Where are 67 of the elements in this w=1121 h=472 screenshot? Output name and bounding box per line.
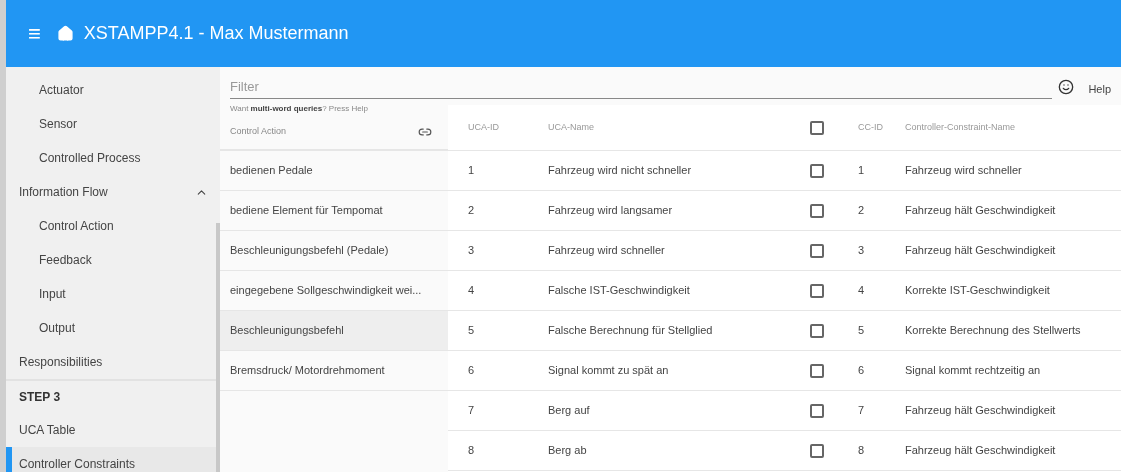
table-cell-text: Fahrzeug wird schneller (905, 163, 1022, 179)
table-cell-text: Fahrzeug hält Geschwindigkeit (905, 243, 1056, 259)
filter-field[interactable]: Filter (230, 75, 1053, 99)
sidebar-item[interactable]: Controlled Process (6, 141, 220, 175)
smiley-icon[interactable] (1058, 79, 1075, 95)
sidebar-item[interactable]: Control Action (6, 209, 220, 243)
table-cell-text: 8 (858, 443, 866, 459)
app-title: XSTAMPP4.1 - Max Mustermann (83, 22, 349, 45)
table-cell-text: 3 (467, 243, 476, 259)
column-header: CC-ID (858, 120, 884, 134)
sidebar-item[interactable]: Actuator (6, 73, 220, 107)
sidebar-item[interactable]: UCA Table (6, 413, 220, 447)
checkbox[interactable] (810, 283, 824, 298)
table-cell-text: Signal kommt zu spät an (548, 363, 670, 379)
table-cell-text: Falsche IST-Geschwindigkeit (548, 283, 691, 299)
table-cell-text: 1 (858, 163, 866, 179)
table-cell-text: Berg auf (548, 403, 591, 419)
sidebar-item[interactable]: Input (6, 277, 220, 311)
group-label: Information Flow (19, 184, 108, 201)
checkbox[interactable] (810, 203, 824, 218)
filter-hint: Want multi-word queries? Press Help (229, 103, 369, 115)
checkbox[interactable] (810, 403, 824, 418)
table-cell-text: Fahrzeug wird schneller (548, 243, 666, 259)
table-cell-text: Fahrzeug hält Geschwindigkeit (905, 203, 1056, 219)
checkbox[interactable] (810, 120, 824, 135)
table-cell-text: 4 (467, 283, 476, 299)
table-cell-text: Korrekte Berechnung des Stellwerts (905, 323, 1081, 339)
table-cell-text: Fahrzeug hält Geschwindigkeit (905, 403, 1056, 419)
table-cell-text: Fahrzeug hält Geschwindigkeit (905, 443, 1056, 459)
table-cell-text: 8 (467, 443, 476, 459)
table-cell-text: 6 (467, 363, 476, 379)
checkbox[interactable] (810, 163, 824, 178)
help-button[interactable]: Help (1088, 80, 1111, 98)
column-header: UCA-ID (467, 120, 500, 134)
sidebar-item[interactable]: Feedback (6, 243, 220, 277)
table-cell-text: 7 (467, 403, 476, 419)
table-cell-text: 6 (858, 363, 866, 379)
table-cell-text: Korrekte IST-Geschwindigkeit (905, 283, 1050, 299)
checkbox[interactable] (810, 443, 824, 458)
table-cell-text: Falsche Berechnung für Stellglied (548, 323, 714, 339)
table-cell-text: 5 (467, 323, 476, 339)
table-cell-text: 2 (858, 203, 866, 219)
table-cell-text: 2 (467, 203, 476, 219)
scrollbar[interactable] (216, 223, 220, 472)
table-cell-text: 5 (858, 323, 866, 339)
column-header: UCA-Name (548, 120, 595, 134)
sidebar-item[interactable]: Output (6, 311, 220, 345)
list-item[interactable]: Beschleunigungsbefehl (220, 311, 448, 351)
table-cell-text: 1 (467, 163, 476, 179)
table-cell-text: Fahrzeug wird langsamer (548, 203, 674, 219)
table-cell-text: 4 (858, 283, 866, 299)
checkbox[interactable] (810, 363, 824, 378)
column-header: Control Action (230, 125, 287, 139)
table-cell-text: Berg ab (548, 443, 588, 459)
table-cell-text: 7 (858, 403, 866, 419)
sidebar-item[interactable]: Sensor (6, 107, 220, 141)
column-header: Controller-Constraint-Name (905, 120, 1016, 134)
checkbox[interactable] (810, 323, 824, 338)
checkbox[interactable] (810, 243, 824, 258)
table-cell-text: 3 (858, 243, 866, 259)
sidebar-group[interactable]: Information Flow (6, 175, 220, 209)
home-icon[interactable] (56, 25, 74, 42)
table-cell-text: Fahrzeug wird nicht schneller (548, 163, 693, 179)
link-icon[interactable] (418, 125, 432, 139)
sidebar-item[interactable]: Responsibilities (6, 345, 220, 379)
table-cell-text: Signal kommt rechtzeitig an (905, 363, 1041, 379)
section-title: STEP 3 (19, 389, 61, 406)
